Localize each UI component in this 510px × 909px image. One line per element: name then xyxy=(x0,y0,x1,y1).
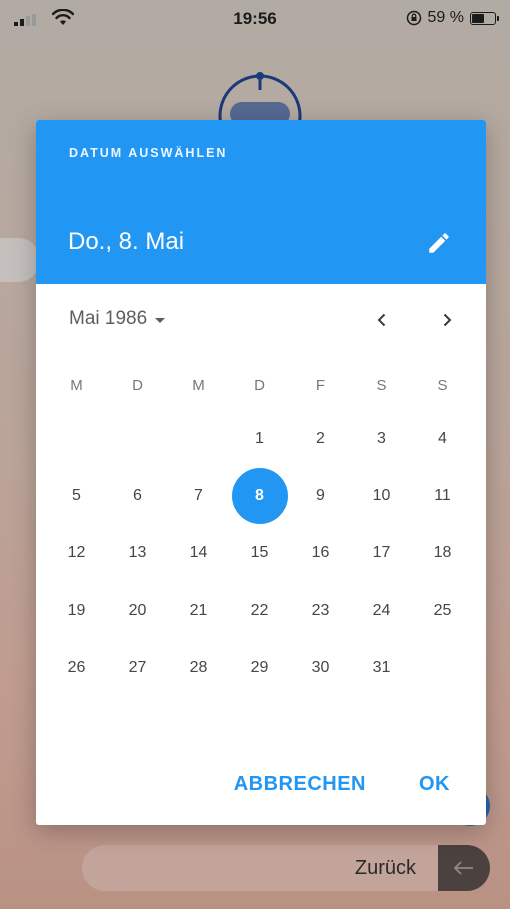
weekday-label: F xyxy=(315,377,326,394)
day-number: 31 xyxy=(372,658,391,676)
day-cell[interactable]: 13 xyxy=(107,525,168,582)
day-number: 22 xyxy=(250,601,269,619)
day-cell[interactable]: 18 xyxy=(412,525,473,582)
chevron-left-icon xyxy=(377,313,386,327)
weekday-label: M xyxy=(192,377,205,394)
weekday-header: MDMDFSS xyxy=(46,366,473,406)
day-cell[interactable]: 23 xyxy=(290,582,351,639)
day-cell[interactable]: 29 xyxy=(229,639,290,696)
day-cell[interactable]: 22 xyxy=(229,582,290,639)
chevron-right-icon xyxy=(443,313,452,327)
battery-level xyxy=(472,13,485,23)
calendar-grid: 1 2 3 4 5 6 7 8 9 10 11 12 13 14 15 16 17 18 19 20 21 22 23 24 2… xyxy=(46,410,473,696)
day-number: 15 xyxy=(250,544,269,562)
day-number: 16 xyxy=(311,544,330,562)
day-cell[interactable]: 10 xyxy=(351,467,412,524)
day-cell[interactable]: 15 xyxy=(229,525,290,582)
weekday-label: S xyxy=(376,377,387,394)
empty-day-cell xyxy=(107,410,168,467)
empty-day-cell xyxy=(46,410,107,467)
caret-down-icon xyxy=(155,317,166,323)
dialog-actions: ABBRECHEN OK xyxy=(36,749,486,825)
day-cell[interactable]: 26 xyxy=(46,639,107,696)
day-number: 24 xyxy=(372,601,391,619)
day-number: 7 xyxy=(194,486,203,504)
day-cell[interactable]: 17 xyxy=(351,525,412,582)
day-cell[interactable]: 7 xyxy=(168,467,229,524)
day-number: 4 xyxy=(438,429,447,447)
day-cell[interactable]: 12 xyxy=(46,525,107,582)
day-cell[interactable]: 1 xyxy=(229,410,290,467)
day-number: 17 xyxy=(372,544,391,562)
day-cell-selected[interactable]: 8 xyxy=(229,467,290,524)
day-cell[interactable]: 28 xyxy=(168,639,229,696)
day-number: 6 xyxy=(133,486,142,504)
empty-day-cell xyxy=(168,410,229,467)
dialog-overline: DATUM AUSWÄHLEN xyxy=(69,146,228,160)
rotation-lock-icon xyxy=(406,10,421,26)
background-element xyxy=(0,238,40,282)
day-number: 23 xyxy=(311,601,330,619)
day-number: 21 xyxy=(189,601,208,619)
month-navigation: Mai 1986 xyxy=(36,284,486,356)
battery-percent: 59 % xyxy=(427,9,464,26)
day-number: 11 xyxy=(434,486,451,504)
day-cell[interactable]: 20 xyxy=(107,582,168,639)
day-cell[interactable]: 19 xyxy=(46,582,107,639)
day-number: 26 xyxy=(67,658,86,676)
selected-date-display: Do., 8. Mai xyxy=(68,228,185,255)
weekday-label: D xyxy=(254,377,265,394)
back-button-label: Zurück xyxy=(354,857,416,879)
previous-month-button[interactable] xyxy=(366,304,398,336)
day-cell[interactable]: 31 xyxy=(351,639,412,696)
status-bar: 19:56 59 % xyxy=(0,0,510,40)
cancel-button[interactable]: ABBRECHEN xyxy=(226,767,374,802)
battery-icon xyxy=(470,11,499,25)
day-number: 8 xyxy=(231,467,288,524)
day-cell[interactable]: 11 xyxy=(412,467,473,524)
day-number: 3 xyxy=(377,429,386,447)
day-cell[interactable]: 21 xyxy=(168,582,229,639)
day-number: 10 xyxy=(372,486,391,504)
day-number: 20 xyxy=(128,601,147,619)
weekday-label: D xyxy=(132,377,143,394)
next-month-button[interactable] xyxy=(431,304,463,336)
pencil-icon[interactable] xyxy=(424,228,454,258)
day-cell[interactable]: 30 xyxy=(290,639,351,696)
day-number: 19 xyxy=(67,601,86,619)
day-cell[interactable]: 9 xyxy=(290,467,351,524)
day-number: 25 xyxy=(433,601,452,619)
day-cell[interactable]: 3 xyxy=(351,410,412,467)
day-number: 1 xyxy=(255,429,264,447)
day-cell[interactable]: 4 xyxy=(412,410,473,467)
day-number: 5 xyxy=(72,486,81,504)
date-picker-dialog: DATUM AUSWÄHLEN Do., 8. Mai Mai 1986 M D M… xyxy=(36,120,486,825)
arrow-left-icon xyxy=(438,845,490,891)
day-cell[interactable]: 25 xyxy=(412,582,473,639)
day-cell[interactable]: 16 xyxy=(290,525,351,582)
day-cell[interactable]: 5 xyxy=(46,467,107,524)
day-cell[interactable]: 6 xyxy=(107,467,168,524)
month-year-label: Mai 1986 xyxy=(69,308,148,329)
day-cell[interactable]: 27 xyxy=(107,639,168,696)
day-number: 27 xyxy=(128,658,147,676)
weekday-label: S xyxy=(437,377,448,394)
day-number: 29 xyxy=(250,658,269,676)
day-number: 12 xyxy=(67,544,86,562)
day-number: 14 xyxy=(189,544,208,562)
day-cell[interactable]: 24 xyxy=(351,582,412,639)
day-number: 9 xyxy=(316,486,325,504)
back-button[interactable]: Zurück xyxy=(82,845,490,891)
ok-button[interactable]: OK xyxy=(411,767,458,802)
day-number: 28 xyxy=(189,658,208,676)
weekday-label: M xyxy=(70,377,83,394)
day-cell[interactable]: 14 xyxy=(168,525,229,582)
day-number: 18 xyxy=(433,544,452,562)
dialog-header: DATUM AUSWÄHLEN Do., 8. Mai xyxy=(36,120,486,284)
day-number: 30 xyxy=(311,658,330,676)
day-number: 2 xyxy=(316,429,325,447)
month-year-selector[interactable]: Mai 1986 xyxy=(69,308,166,330)
day-cell[interactable]: 2 xyxy=(290,410,351,467)
day-number: 13 xyxy=(128,544,147,562)
